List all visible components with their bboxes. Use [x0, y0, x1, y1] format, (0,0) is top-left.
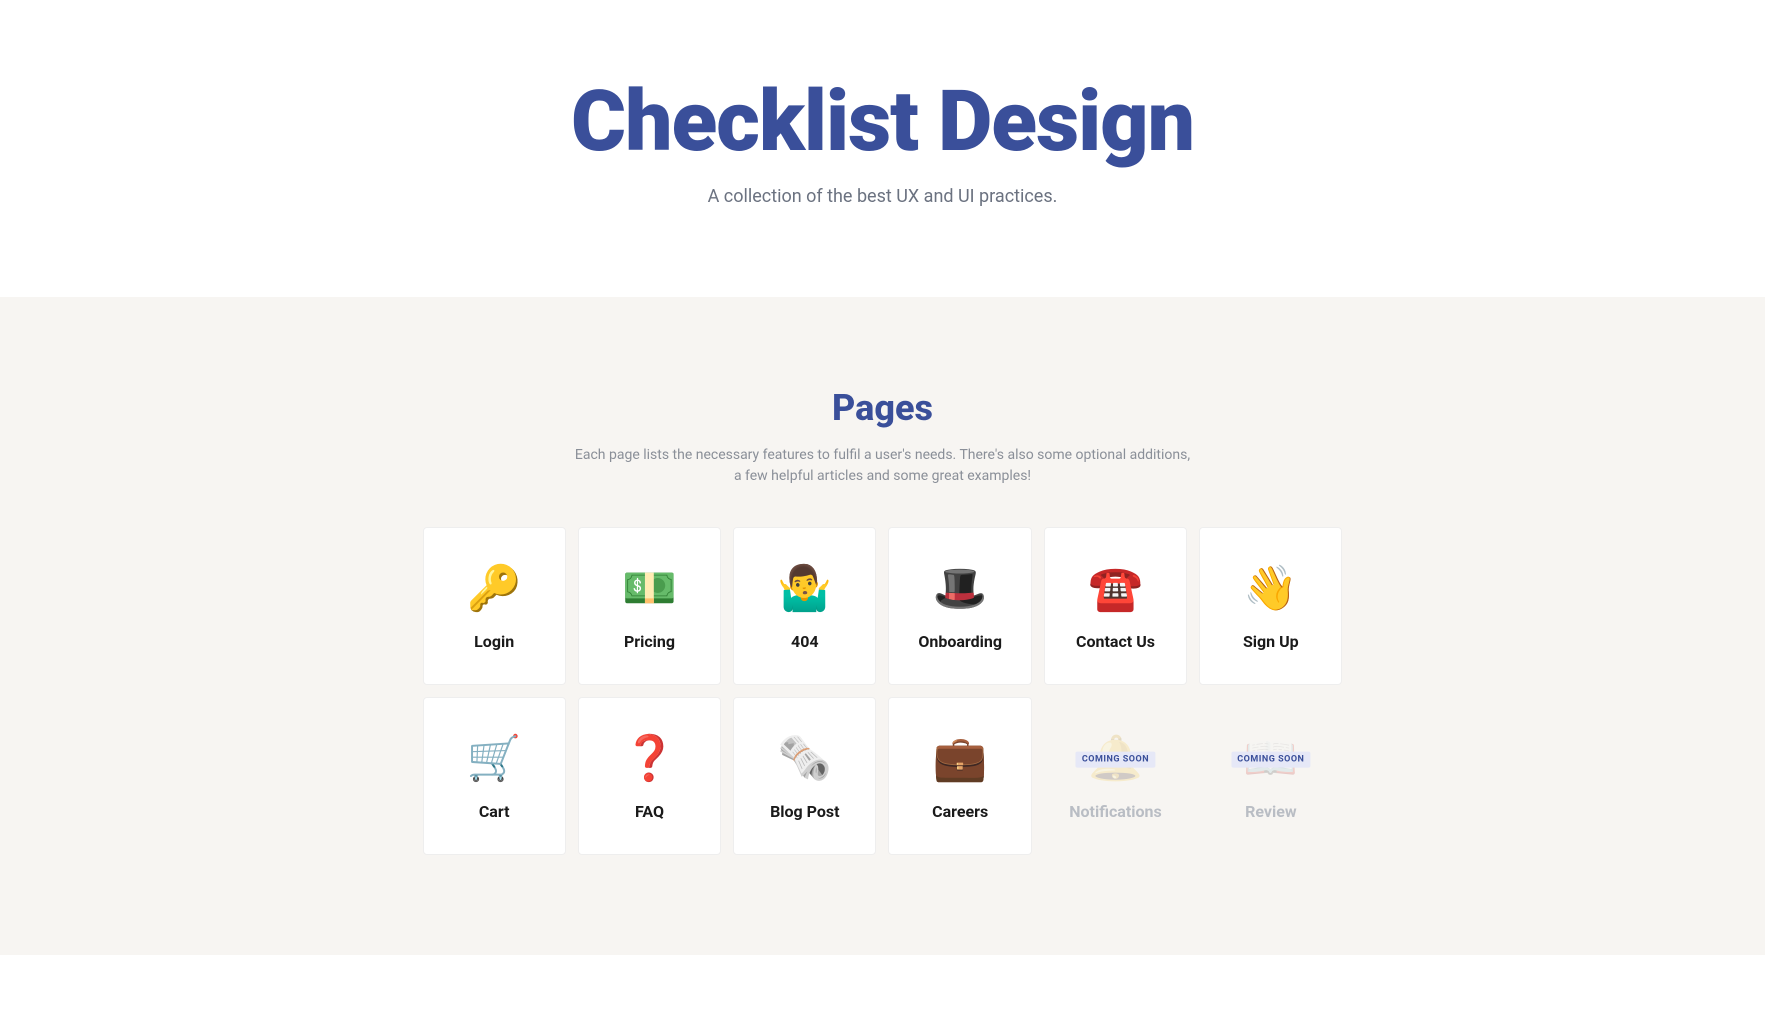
page-title: Checklist Design: [20, 80, 1745, 164]
card-label: Sign Up: [1243, 632, 1299, 651]
card-label: 404: [791, 632, 819, 651]
card-label: Contact Us: [1076, 632, 1155, 651]
card-label: Cart: [479, 802, 510, 821]
card-label: Notifications: [1069, 802, 1162, 821]
card-label: Login: [474, 632, 514, 651]
card-label: Blog Post: [770, 802, 839, 821]
page-card-pricing[interactable]: 💵 Pricing: [578, 527, 721, 685]
page-card-careers[interactable]: 💼 Careers: [888, 697, 1031, 855]
page-card-login[interactable]: 🔑 Login: [423, 527, 566, 685]
card-icon: 🤷‍♂️: [777, 566, 832, 610]
coming-soon-badge: COMING SOON: [1076, 751, 1155, 767]
card-icon: 🔑: [467, 566, 522, 610]
page-card-sign-up[interactable]: 👋 Sign Up: [1199, 527, 1342, 685]
card-icon: 🗞️: [777, 736, 832, 780]
card-label: Review: [1245, 802, 1297, 821]
card-icon: ❓: [622, 736, 677, 780]
card-label: Onboarding: [918, 632, 1002, 651]
section-heading: Pages: [20, 387, 1745, 429]
card-icon: 💼: [933, 736, 988, 780]
card-icon: 🎩: [933, 566, 988, 610]
coming-soon-icon: 📖COMING SOON: [1243, 736, 1298, 780]
page-card-blog-post[interactable]: 🗞️ Blog Post: [733, 697, 876, 855]
page-card-404[interactable]: 🤷‍♂️ 404: [733, 527, 876, 685]
coming-soon-badge: COMING SOON: [1231, 751, 1310, 767]
page-card-onboarding[interactable]: 🎩 Onboarding: [888, 527, 1031, 685]
page-card-contact-us[interactable]: ☎️ Contact Us: [1044, 527, 1187, 685]
section-subheading: Each page lists the necessary features t…: [573, 445, 1193, 487]
card-icon: 💵: [622, 566, 677, 610]
page-card-cart[interactable]: 🛒 Cart: [423, 697, 566, 855]
coming-soon-icon: 🔔COMING SOON: [1088, 736, 1143, 780]
page-subtitle: A collection of the best UX and UI pract…: [20, 186, 1745, 207]
card-label: Pricing: [624, 632, 675, 651]
page-card-review: 📖COMING SOON Review: [1199, 697, 1342, 855]
pages-grid: 🔑 Login 💵 Pricing 🤷‍♂️ 404 🎩 Onboarding ☎️ Contac…: [423, 527, 1343, 855]
card-label: Careers: [932, 802, 988, 821]
pages-section: Pages Each page lists the necessary feat…: [0, 297, 1765, 955]
card-icon: 👋: [1243, 566, 1298, 610]
page-card-faq[interactable]: ❓ FAQ: [578, 697, 721, 855]
card-label: FAQ: [635, 802, 664, 821]
card-icon: 🛒: [467, 736, 522, 780]
card-icon: ☎️: [1088, 566, 1143, 610]
hero-section: Checklist Design A collection of the bes…: [0, 0, 1765, 297]
page-card-notifications: 🔔COMING SOON Notifications: [1044, 697, 1187, 855]
